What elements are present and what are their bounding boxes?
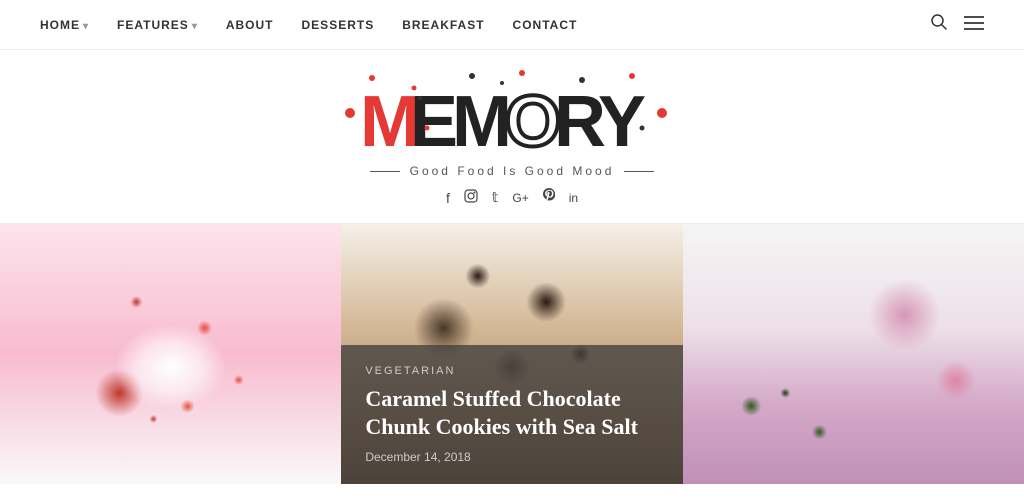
site-header: M E M O R Y Good Food Is Good Mood f [0, 50, 1024, 224]
menu-button[interactable] [964, 14, 984, 35]
svg-text:M: M [452, 82, 512, 158]
tagline-right-line [624, 171, 654, 172]
search-icon [930, 13, 948, 31]
svg-text:E: E [410, 82, 458, 158]
instagram-link[interactable] [464, 189, 478, 206]
pinterest-link[interactable] [543, 188, 555, 207]
main-nav: HOME▾ FEATURES▾ ABOUT DESSERTS BREAKFAST [0, 0, 1024, 50]
tagline-text: Good Food Is Good Mood [410, 164, 615, 178]
nav-icons [930, 13, 984, 36]
site-logo: M E M O R Y [342, 68, 682, 158]
raspberry-cake-image [0, 224, 341, 484]
site-tagline: Good Food Is Good Mood [370, 164, 655, 178]
linkedin-link[interactable]: in [569, 191, 578, 205]
chevron-down-icon: ▾ [83, 21, 89, 32]
instagram-icon [464, 189, 478, 203]
nav-item-contact[interactable]: CONTACT [513, 16, 578, 34]
facebook-link[interactable]: f [446, 190, 450, 206]
pinterest-icon [543, 188, 555, 204]
nav-link-contact[interactable]: CONTACT [513, 18, 578, 32]
svg-text:Y: Y [598, 82, 646, 158]
drinks-image [683, 224, 1024, 484]
image-grid: VEGETARIAN Caramel Stuffed Chocolate Chu… [0, 224, 1024, 484]
nav-item-breakfast[interactable]: BREAKFAST [402, 16, 484, 34]
post-title: Caramel Stuffed Chocolate Chunk Cookies … [365, 385, 658, 442]
nav-item-home[interactable]: HOME▾ [40, 16, 89, 34]
hamburger-icon [964, 16, 984, 30]
nav-link-desserts[interactable]: DESSERTS [302, 18, 375, 32]
post-overlay[interactable]: VEGETARIAN Caramel Stuffed Chocolate Chu… [341, 345, 682, 484]
post-category: VEGETARIAN [365, 365, 658, 377]
nav-item-features[interactable]: FEATURES▾ [117, 16, 198, 34]
search-button[interactable] [930, 13, 948, 36]
grid-col-left[interactable] [0, 224, 341, 484]
grid-col-mid[interactable]: VEGETARIAN Caramel Stuffed Chocolate Chu… [341, 224, 682, 484]
nav-item-desserts[interactable]: DESSERTS [302, 16, 375, 34]
nav-item-about[interactable]: ABOUT [226, 16, 274, 34]
twitter-link[interactable]: 𝕥 [492, 189, 499, 206]
nav-links: HOME▾ FEATURES▾ ABOUT DESSERTS BREAKFAST [40, 16, 577, 34]
social-icons: f 𝕥 G+ in [446, 188, 578, 207]
nav-link-features[interactable]: FEATURES▾ [117, 18, 198, 32]
post-date: December 14, 2018 [365, 450, 658, 464]
chevron-down-icon: ▾ [192, 21, 198, 32]
googleplus-link[interactable]: G+ [512, 191, 528, 205]
svg-text:O: O [505, 82, 561, 158]
grid-col-right[interactable] [683, 224, 1024, 484]
nav-link-breakfast[interactable]: BREAKFAST [402, 18, 484, 32]
nav-link-home[interactable]: HOME▾ [40, 18, 89, 32]
tagline-left-line [370, 171, 400, 172]
nav-link-about[interactable]: ABOUT [226, 18, 274, 32]
